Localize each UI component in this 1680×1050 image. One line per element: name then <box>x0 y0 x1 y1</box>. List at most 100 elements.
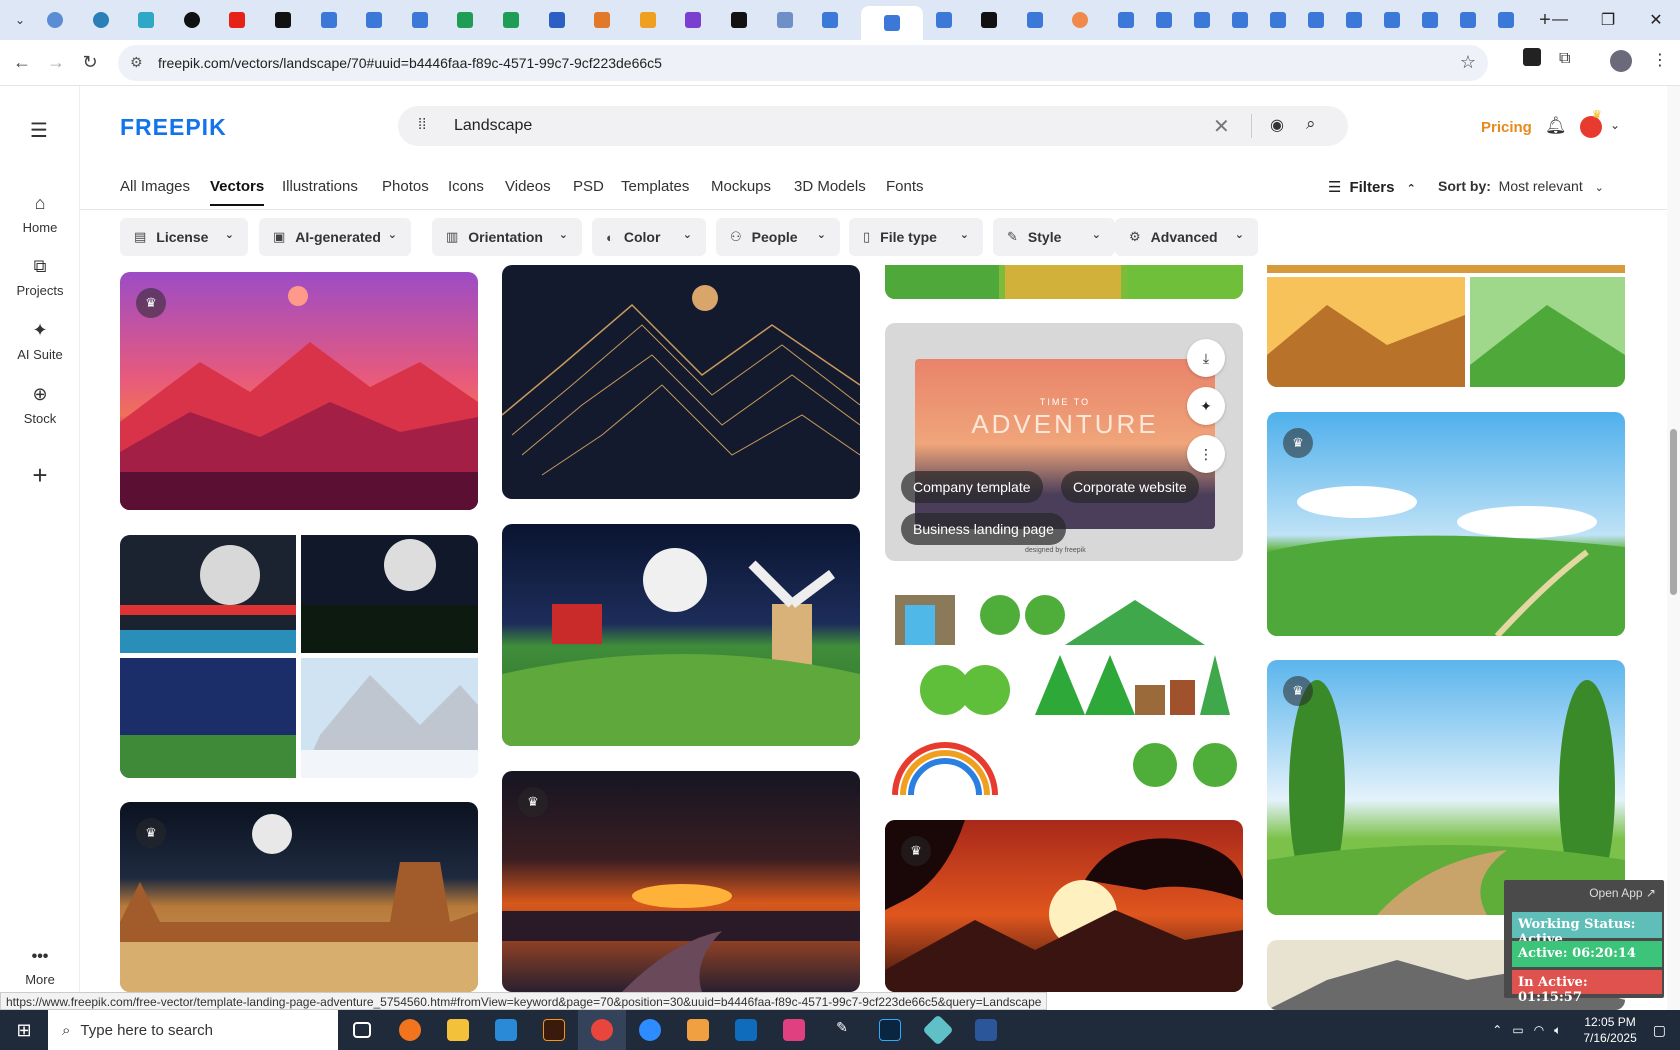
search-type-grid-icon[interactable]: ⁞⁞ <box>418 116 426 133</box>
notification-bell-icon[interactable]: 🔔︎ <box>1545 116 1567 136</box>
tab-search-chevron-icon[interactable]: ⌄ <box>0 0 40 40</box>
tab[interactable] <box>542 5 572 35</box>
tab[interactable] <box>1111 5 1141 35</box>
tab[interactable] <box>1263 5 1293 35</box>
tab[interactable] <box>1415 5 1445 35</box>
forward-arrow-icon[interactable]: → <box>39 52 73 73</box>
tab-templates[interactable]: Templates <box>621 178 689 195</box>
clock[interactable]: 12:05 PM 7/16/2025 <box>1583 1014 1636 1046</box>
search-bar[interactable]: ⁞⁞ Landscape ✕ ◉ ⌕ <box>398 106 1348 146</box>
filter-people[interactable]: ⚇ People ⌄ <box>716 218 840 256</box>
tab[interactable] <box>496 5 526 35</box>
back-arrow-icon[interactable]: ← <box>5 52 39 73</box>
open-app-link[interactable]: Open App ↗ <box>1589 886 1656 900</box>
tab[interactable] <box>724 5 754 35</box>
tab[interactable] <box>268 5 298 35</box>
tab[interactable] <box>1225 5 1255 35</box>
wifi-icon[interactable]: ◠ <box>1534 1023 1544 1037</box>
tab[interactable] <box>314 5 344 35</box>
tab-mockups[interactable]: Mockups <box>711 178 771 195</box>
image-tile-river-sunset[interactable]: ♛ <box>502 771 860 992</box>
tag-business-landing-page[interactable]: Business landing page <box>901 513 1066 545</box>
tab-icons[interactable]: Icons <box>448 178 484 195</box>
minimize-icon[interactable]: — <box>1536 11 1584 29</box>
word-icon[interactable] <box>962 1010 1010 1050</box>
image-tile-nature-elements[interactable] <box>885 585 1243 795</box>
tab[interactable] <box>1301 5 1331 35</box>
tab[interactable] <box>1065 5 1095 35</box>
zoom-icon[interactable] <box>626 1010 674 1050</box>
firefox-icon[interactable] <box>386 1010 434 1050</box>
sidebar-item-stock[interactable]: ⊕ Stock <box>0 384 80 426</box>
image-tile-desert-forest[interactable] <box>1267 265 1625 387</box>
profile-avatar-icon[interactable] <box>1610 50 1632 72</box>
app-icon[interactable] <box>674 1010 722 1050</box>
page-scrollbar[interactable] <box>1667 86 1680 1010</box>
tab[interactable] <box>1339 5 1369 35</box>
tab[interactable] <box>770 5 800 35</box>
app-icon[interactable] <box>914 1010 962 1050</box>
filter-ai-generated[interactable]: ▣ AI-generated ⌄ <box>259 218 411 256</box>
filter-license[interactable]: ▤ License ⌄ <box>120 218 248 256</box>
chevron-down-icon[interactable]: ⌄ <box>1610 118 1620 132</box>
outlook-icon[interactable] <box>722 1010 770 1050</box>
photoshop-icon[interactable] <box>866 1010 914 1050</box>
tab[interactable] <box>815 5 845 35</box>
image-tile-road-trees[interactable]: ♛ <box>1267 660 1625 915</box>
taskbar-search-input[interactable]: ⌕ Type here to search <box>48 1010 338 1050</box>
tab[interactable] <box>1149 5 1179 35</box>
tab[interactable] <box>131 5 161 35</box>
tab[interactable] <box>929 5 959 35</box>
pricing-link[interactable]: Pricing <box>1481 119 1532 136</box>
tab[interactable] <box>1020 5 1050 35</box>
image-tile-green-paths[interactable] <box>885 265 1243 299</box>
freepik-logo[interactable]: FREEPIK <box>120 114 227 141</box>
reload-icon[interactable]: ↻ <box>73 52 107 73</box>
creative-cloud-icon[interactable] <box>770 1010 818 1050</box>
hamburger-menu-icon[interactable]: ☰ <box>30 118 48 143</box>
clear-search-icon[interactable]: ✕ <box>1213 114 1230 139</box>
image-tile-mountain-sunset[interactable]: ♛ <box>120 272 478 510</box>
tab[interactable] <box>177 5 207 35</box>
scrollbar-thumb[interactable] <box>1670 429 1677 595</box>
url-input[interactable]: ⚙ freepik.com/vectors/landscape/70#uuid=… <box>118 45 1488 81</box>
tab-fonts[interactable]: Fonts <box>886 178 924 195</box>
filters-toggle-button[interactable]: ☰ Filters ⌃ <box>1328 178 1416 196</box>
tab[interactable] <box>1377 5 1407 35</box>
camera-search-icon[interactable]: ◉ <box>1270 115 1284 135</box>
tab-videos[interactable]: Videos <box>505 178 551 195</box>
browser-menu-icon[interactable]: ⋮ <box>1652 50 1668 70</box>
tag-company-template[interactable]: Company template <box>901 471 1043 503</box>
tab[interactable] <box>359 5 389 35</box>
tab[interactable] <box>678 5 708 35</box>
tab-active[interactable] <box>860 6 923 40</box>
tab[interactable] <box>222 5 252 35</box>
sidebar-item-ai-suite[interactable]: ✦ AI Suite <box>0 320 80 362</box>
site-settings-icon[interactable]: ⚙ <box>130 54 143 71</box>
volume-icon[interactable]: 🔈︎ <box>1554 1023 1561 1038</box>
tab[interactable] <box>86 5 116 35</box>
tab[interactable] <box>405 5 435 35</box>
close-window-icon[interactable]: ✕ <box>1632 10 1680 30</box>
filter-color[interactable]: ◐ Color ⌄ <box>592 218 706 256</box>
network-icon[interactable]: ▭ <box>1512 1023 1523 1037</box>
illustrator-icon[interactable] <box>530 1010 578 1050</box>
puzzle-extensions-icon[interactable]: ⧉ <box>1559 50 1570 68</box>
search-icon[interactable]: ⌕ <box>1306 114 1316 134</box>
image-tile-green-meadow[interactable]: ♛ <box>1267 412 1625 636</box>
extension-icon[interactable] <box>1523 48 1541 66</box>
tab[interactable] <box>974 5 1004 35</box>
tab-vectors[interactable]: Vectors <box>210 178 265 206</box>
file-explorer-icon[interactable] <box>434 1010 482 1050</box>
image-tile-golden-line-mountains[interactable] <box>502 265 860 499</box>
image-tile-windmill-farm[interactable] <box>502 524 860 746</box>
image-tile-desert-night[interactable]: ♛ <box>120 802 478 992</box>
vscode-icon[interactable] <box>482 1010 530 1050</box>
filter-style[interactable]: ✎ Style ⌄ <box>993 218 1115 256</box>
image-tile-moon-scenes[interactable] <box>120 535 478 778</box>
tab-3d-models[interactable]: 3D Models <box>794 178 866 195</box>
more-options-button[interactable]: ⋮ <box>1187 435 1225 473</box>
sort-dropdown[interactable]: Sort by: Most relevant ⌄ <box>1438 178 1604 194</box>
pen-tool-icon[interactable]: ✎ <box>818 1010 866 1050</box>
sidebar-item-more[interactable]: ••• More <box>0 948 80 987</box>
